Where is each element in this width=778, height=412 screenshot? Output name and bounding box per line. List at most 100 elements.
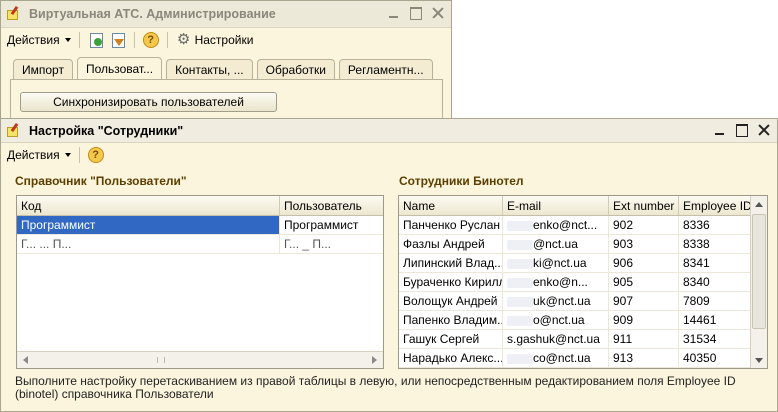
cell-ext[interactable]: 913: [609, 349, 679, 367]
table-row[interactable]: Фазлы Андрей @nct.ua 903 8338: [399, 235, 767, 254]
email-text: s.gashuk@nct.ua: [507, 332, 600, 346]
table-row[interactable]: Липинский Влад... ki@nct.ua 906 8341: [399, 254, 767, 273]
table-row[interactable]: Папенко Владим... o@nct.ua 909 14461: [399, 311, 767, 330]
column-header-name[interactable]: Name: [399, 196, 503, 215]
minimize-icon[interactable]: [387, 5, 401, 21]
column-header-user[interactable]: Пользователь: [280, 196, 383, 215]
table-header: Код Пользователь: [17, 196, 383, 216]
cell-email[interactable]: enko@n...: [503, 273, 609, 291]
cell-user[interactable]: Программист: [280, 216, 383, 234]
redaction-mask: [507, 315, 533, 326]
email-text: o@nct.ua: [533, 313, 585, 327]
column-header-employee-id[interactable]: Employee ID: [679, 196, 752, 215]
table-row[interactable]: Панченко Руслан enko@nct... 902 8336: [399, 216, 767, 235]
cell-name[interactable]: Панченко Руслан: [399, 216, 503, 234]
actions-menu-label: Действия: [7, 33, 60, 47]
sync-users-button[interactable]: Синхронизировать пользователей: [20, 92, 277, 112]
help-icon[interactable]: ?: [142, 32, 159, 48]
cell-name[interactable]: Липинский Влад...: [399, 254, 503, 272]
toolbar-separator: [78, 147, 80, 163]
scroll-down-icon[interactable]: [751, 352, 767, 368]
employees-table[interactable]: Name E-mail Ext number Employee ID Панче…: [398, 195, 768, 369]
scroll-thumb[interactable]: [752, 214, 766, 329]
horizontal-scrollbar[interactable]: [17, 351, 383, 368]
redaction-mask: [507, 220, 533, 231]
cell-ext[interactable]: 905: [609, 273, 679, 291]
close-icon[interactable]: [757, 122, 771, 138]
export-icon[interactable]: [110, 32, 126, 48]
cell-ext[interactable]: 903: [609, 235, 679, 253]
actions-menu[interactable]: Действия: [7, 148, 71, 162]
table-row[interactable]: Программист Программист: [17, 216, 383, 235]
users-table[interactable]: Код Пользователь Программист Программист…: [16, 195, 384, 369]
cell-employee-id[interactable]: 40350: [679, 349, 752, 367]
cell-employee-id[interactable]: 8336: [679, 216, 752, 234]
cell-name[interactable]: Папенко Владим...: [399, 311, 503, 329]
table-row[interactable]: Бураченко Кирилл enko@n... 905 8340: [399, 273, 767, 292]
minimize-icon[interactable]: [713, 122, 727, 138]
cell-email[interactable]: s.gashuk@nct.ua: [503, 330, 609, 348]
cell-email[interactable]: co@nct.ua: [503, 349, 609, 367]
cell-name[interactable]: Гашук Сергей: [399, 330, 503, 348]
table-row[interactable]: Нарадько Алекс... co@nct.ua 913 40350: [399, 349, 767, 368]
cell-employee-id[interactable]: 8340: [679, 273, 752, 291]
actions-menu[interactable]: Действия: [7, 33, 71, 47]
cell-email[interactable]: enko@nct...: [503, 216, 609, 234]
gear-icon: ⚙: [176, 31, 191, 48]
cell-employee-id[interactable]: 14461: [679, 311, 752, 329]
tab-users[interactable]: Пользоват...: [76, 57, 163, 79]
cell-ext[interactable]: 909: [609, 311, 679, 329]
cell-code[interactable]: Г... ... П...: [17, 235, 280, 253]
cell-name[interactable]: Волощук Андрей: [399, 292, 503, 310]
cell-employee-id[interactable]: 31534: [679, 330, 752, 348]
cell-email[interactable]: o@nct.ua: [503, 311, 609, 329]
maximize-icon[interactable]: [735, 122, 749, 138]
cell-name[interactable]: Фазлы Андрей: [399, 235, 503, 253]
cell-name[interactable]: Бураченко Кирилл: [399, 273, 503, 291]
import-icon[interactable]: [88, 32, 104, 48]
table-row[interactable]: Г... ... П... Г... _ П...: [17, 235, 383, 254]
cell-employee-id[interactable]: 7809: [679, 292, 752, 310]
actions-menu-label: Действия: [7, 148, 60, 162]
cell-name[interactable]: Нарадько Алекс...: [399, 349, 503, 367]
email-text: uk@nct.ua: [533, 294, 591, 308]
column-header-ext[interactable]: Ext number: [609, 196, 679, 215]
cell-email[interactable]: uk@nct.ua: [503, 292, 609, 310]
tab-scheduled[interactable]: Регламентн...: [338, 59, 433, 79]
redaction-mask: [507, 353, 533, 364]
settings-label: Настройки: [194, 33, 254, 47]
app-icon: [7, 122, 21, 138]
cell-ext[interactable]: 911: [609, 330, 679, 348]
scroll-up-icon[interactable]: [751, 196, 767, 212]
cell-code[interactable]: Программист: [17, 216, 280, 234]
cell-user[interactable]: Г... _ П...: [280, 235, 383, 253]
redaction-mask: [507, 239, 533, 250]
cell-email[interactable]: @nct.ua: [503, 235, 609, 253]
vertical-scrollbar[interactable]: [750, 196, 767, 368]
table-row[interactable]: Волощук Андрей uk@nct.ua 907 7809: [399, 292, 767, 311]
admin-toolbar: Действия ? ⚙ Настройки: [1, 28, 451, 52]
scroll-left-icon[interactable]: [17, 352, 34, 368]
cell-employee-id[interactable]: 8338: [679, 235, 752, 253]
help-icon[interactable]: ?: [87, 147, 104, 163]
chevron-down-icon: [64, 153, 71, 157]
tab-import[interactable]: Импорт: [13, 59, 73, 79]
tab-contacts[interactable]: Контакты, ...: [166, 59, 253, 79]
settings-window-titlebar[interactable]: Настройка "Сотрудники": [1, 119, 777, 143]
admin-window-titlebar[interactable]: Виртуальная АТС. Администрирование: [1, 1, 451, 28]
tab-processing[interactable]: Обработки: [256, 59, 335, 79]
maximize-icon[interactable]: [409, 5, 423, 21]
scroll-right-icon[interactable]: [366, 352, 383, 368]
cell-employee-id[interactable]: 8341: [679, 254, 752, 272]
cell-ext[interactable]: 907: [609, 292, 679, 310]
cell-ext[interactable]: 906: [609, 254, 679, 272]
scroll-thumb[interactable]: [157, 357, 165, 363]
cell-email[interactable]: ki@nct.ua: [503, 254, 609, 272]
cell-ext[interactable]: 902: [609, 216, 679, 234]
email-text: ki@nct.ua: [533, 256, 587, 270]
close-icon[interactable]: [431, 5, 445, 21]
settings-button[interactable]: ⚙ Настройки: [176, 32, 254, 48]
column-header-email[interactable]: E-mail: [503, 196, 609, 215]
column-header-code[interactable]: Код: [17, 196, 280, 215]
table-row[interactable]: Гашук Сергей s.gashuk@nct.ua 911 31534: [399, 330, 767, 349]
